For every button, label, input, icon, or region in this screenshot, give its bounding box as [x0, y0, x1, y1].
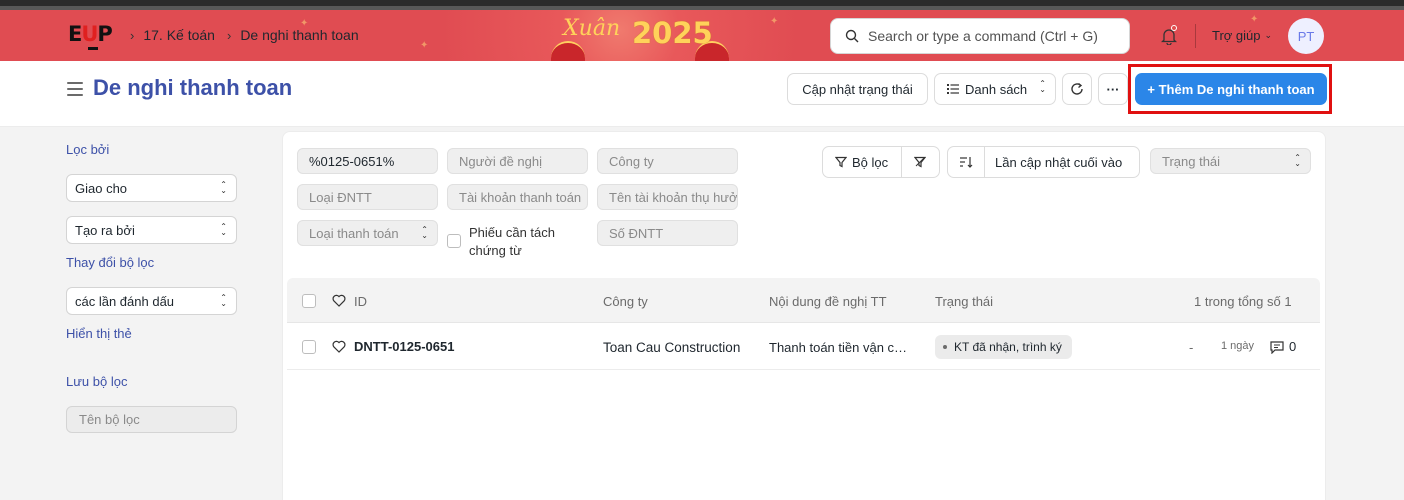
assigned-to-label: Giao cho [75, 180, 128, 196]
navbar-divider [1195, 24, 1196, 48]
id-filter-input[interactable]: %0125-0651% [297, 148, 438, 174]
split-voucher-checkbox[interactable] [447, 234, 461, 248]
help-dropdown[interactable]: Trợ giúp ⌄ [1212, 28, 1272, 43]
list-icon [947, 84, 959, 94]
new-year-banner: Xuân 2025 [545, 10, 735, 61]
comment-icon [1270, 341, 1284, 354]
table-header: ID Công ty Nội dung đề nghị TT Trạng thá… [287, 278, 1320, 323]
row-checkbox[interactable] [302, 340, 316, 354]
split-voucher-label: Phiếu cần tách chứng từ [469, 225, 556, 258]
list-view-select[interactable]: Danh sách ⌃ ⌄ [934, 73, 1056, 105]
decor-spark: ✦ [420, 40, 429, 51]
page-title: De nghi thanh toan [93, 75, 293, 100]
select-updown-icon: ⌃ ⌄ [220, 293, 227, 308]
created-by-select[interactable]: Tạo ra bởi ⌃ ⌄ [66, 216, 237, 244]
notification-dot [1171, 25, 1177, 31]
highlight-box [1128, 64, 1332, 114]
status-badge-label: KT đã nhận, trình ký [954, 340, 1062, 354]
heart-icon[interactable] [332, 294, 346, 307]
sort-button-group: Lần cập nhật cuối vào [947, 146, 1140, 178]
select-updown-icon: ⌃ ⌄ [220, 180, 227, 195]
decor-spark: ✦ [1250, 14, 1259, 25]
funnel-icon [835, 156, 847, 168]
update-status-label: Cập nhật trạng thái [802, 81, 913, 97]
select-updown-icon: ⌃ ⌄ [220, 222, 227, 237]
help-label: Trợ giúp [1212, 28, 1261, 43]
breadcrumb-accounting[interactable]: 17. Kế toán [143, 27, 215, 43]
assigned-to-select[interactable]: Giao cho ⌃ ⌄ [66, 174, 237, 202]
breadcrumb: › 17. Kế toán › De nghi thanh toan [130, 27, 371, 43]
filter-by-heading: Lọc bởi [66, 142, 110, 157]
user-avatar[interactable]: PT [1288, 18, 1324, 54]
save-filter-heading: Lưu bộ lọc [66, 374, 128, 389]
number-filter-input[interactable]: Số ĐNTT [597, 220, 738, 246]
status-badge: KT đã nhận, trình ký [935, 335, 1072, 359]
refresh-icon [1071, 82, 1083, 95]
breadcrumb-chevron-icon: › [226, 27, 232, 43]
breadcrumb-doctype[interactable]: De nghi thanh toan [240, 27, 358, 43]
list-view-label: Danh sách [965, 81, 1028, 97]
sort-order-button[interactable] [948, 147, 985, 177]
account-filter-input[interactable]: Tài khoản thanh toán [447, 184, 588, 210]
app-logo[interactable]: EUP [68, 20, 116, 50]
column-status[interactable]: Trạng thái [935, 294, 993, 309]
record-count: 1 trong tổng số 1 [1194, 294, 1292, 309]
sidebar-toggle-icon[interactable] [67, 82, 83, 100]
funnel-clear-icon [914, 156, 927, 168]
sort-field-label[interactable]: Lần cập nhật cuối vào [985, 155, 1122, 170]
tags-select[interactable]: các lần đánh dấu ⌃ ⌄ [66, 287, 237, 315]
beneficiary-filter-input[interactable]: Tên tài khoản thụ hưởng [597, 184, 738, 210]
select-updown-icon: ⌃ ⌄ [1039, 79, 1046, 94]
search-placeholder: Search or type a command (Ctrl + G) [868, 28, 1098, 44]
filter-name-input[interactable]: Tên bộ lọc [66, 406, 237, 433]
column-company[interactable]: Công ty [603, 294, 648, 309]
update-status-button[interactable]: Cập nhật trạng thái [787, 73, 928, 105]
decor-spark: ✦ [770, 16, 779, 27]
banner-year: 2025 [632, 16, 713, 50]
banner-script: Xuân [563, 16, 621, 41]
company-filter-input[interactable]: Công ty [597, 148, 738, 174]
chevron-down-icon: ⌄ [1264, 30, 1273, 40]
clear-filter-button[interactable] [902, 147, 939, 177]
select-updown-icon: ⌃ ⌄ [1294, 153, 1301, 168]
status-filter-select[interactable]: Trạng thái ⌃ ⌄ [1150, 148, 1311, 174]
top-navbar: ✦ ✦ ✦ ✦ ✦ EUP › 17. Kế toán › De nghi th… [0, 10, 1404, 61]
requester-filter-input[interactable]: Người đề nghị [447, 148, 588, 174]
column-content[interactable]: Nội dung đề nghị TT [769, 294, 887, 309]
edit-filters-link[interactable]: Thay đổi bộ lọc [66, 255, 154, 270]
breadcrumb-chevron-icon: › [130, 27, 135, 43]
heart-icon[interactable] [332, 340, 346, 353]
logo-underline [88, 47, 98, 50]
select-updown-icon: ⌃ ⌄ [421, 225, 428, 240]
fan-decoration-icon [551, 41, 585, 61]
browser-strip [0, 0, 1404, 10]
row-company: Toan Cau Construction [603, 340, 741, 355]
refresh-button[interactable] [1062, 73, 1092, 105]
status-filter-label: Trạng thái [1162, 153, 1221, 169]
row-content: Thanh toán tiền vận c… [769, 340, 908, 355]
more-actions-button[interactable]: ··· [1098, 73, 1128, 105]
search-icon [845, 29, 859, 43]
row-modified-age: 1 ngày [1221, 340, 1255, 352]
search-input[interactable]: Search or type a command (Ctrl + G) [830, 18, 1130, 54]
filter-button-label: Bộ lọc [852, 154, 889, 170]
logo-text: EUP [68, 22, 113, 46]
row-assigned: - [1189, 340, 1194, 355]
filter-button[interactable]: Bộ lọc [823, 147, 902, 177]
select-all-checkbox[interactable] [302, 294, 316, 308]
row-id-link[interactable]: DNTT-0125-0651 [354, 339, 454, 354]
payment-type-label: Loại thanh toán [309, 225, 399, 241]
created-by-label: Tạo ra bởi [75, 222, 135, 238]
sort-descending-icon [960, 157, 973, 168]
payment-type-select[interactable]: Loại thanh toán ⌃ ⌄ [297, 220, 438, 246]
table-row[interactable]: DNTT-0125-0651 Toan Cau Construction Tha… [287, 324, 1320, 370]
notifications-button[interactable] [1160, 25, 1178, 48]
column-id[interactable]: ID [354, 294, 367, 309]
show-tags-link[interactable]: Hiển thị thẻ [66, 326, 132, 341]
row-comment-count: 0 [1289, 339, 1297, 354]
type-filter-input[interactable]: Loại ĐNTT [297, 184, 438, 210]
filter-button-group: Bộ lọc [822, 146, 940, 178]
tags-label: các lần đánh dấu [75, 293, 175, 309]
